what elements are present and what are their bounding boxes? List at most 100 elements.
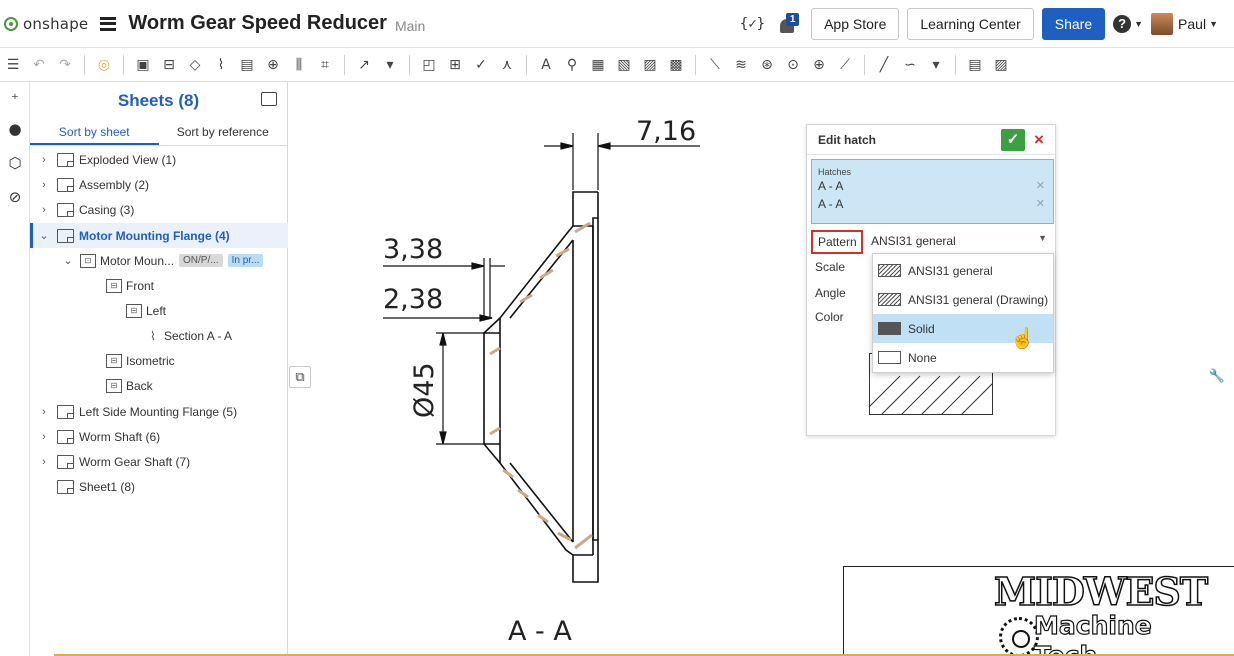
hatch-icon[interactable]: ≋ <box>733 57 749 73</box>
pattern-label: Pattern <box>811 230 863 254</box>
expand-panel-icon[interactable]: ⧉ <box>289 366 311 388</box>
view-back[interactable]: ⊟ Back <box>30 373 288 398</box>
collapse-chevron-icon[interactable]: ⌄ <box>62 254 74 267</box>
balloon-table-icon[interactable]: ▩ <box>668 57 684 73</box>
expand-chevron-icon[interactable]: › <box>38 204 50 216</box>
pattern-field[interactable]: Pattern ANSI31 general ▼ <box>811 230 1054 254</box>
view-section-a-a[interactable]: ⌇ Section A - A <box>30 323 288 348</box>
pattern-option-ansi31-drawing[interactable]: ANSI31 general (Drawing) <box>873 285 1053 314</box>
projected-view-icon[interactable]: ⊟ <box>161 57 177 73</box>
point-icon[interactable]: ⊕ <box>811 57 827 73</box>
expand-chevron-icon[interactable]: › <box>38 154 50 166</box>
sheet-motor-mounting-flange[interactable]: ⌄ Motor Mounting Flange (4) <box>30 223 288 248</box>
user-name[interactable]: Paul <box>1178 16 1206 32</box>
dxf-import-icon[interactable]: ▤ <box>967 57 983 73</box>
comment-icon[interactable]: ● <box>6 120 24 138</box>
empty-swatch-icon <box>878 351 901 364</box>
dimension-icon[interactable]: ↗ <box>356 57 372 73</box>
sketch-dropdown-icon[interactable]: ▾ <box>928 57 944 73</box>
hatch-selection-label: A - A <box>818 179 844 193</box>
expand-chevron-icon[interactable]: › <box>38 406 50 418</box>
timer-icon[interactable]: ⊘ <box>6 188 24 206</box>
datum-icon[interactable]: ⊞ <box>447 57 463 73</box>
undo-icon[interactable]: ↶ <box>31 57 47 73</box>
bisector-icon[interactable]: ⟋ <box>837 57 853 73</box>
surface-finish-icon[interactable]: ✓ <box>473 57 489 73</box>
auxiliary-view-icon[interactable]: ◇ <box>187 57 203 73</box>
add-icon[interactable]: ⁺ <box>6 90 24 108</box>
spline-icon[interactable]: ∽ <box>902 57 918 73</box>
hatch-selection-item[interactable]: A - A ✕ <box>818 177 1053 195</box>
callout-icon[interactable]: ⚲ <box>564 57 580 73</box>
pattern-option-ansi31-general[interactable]: ANSI31 general <box>873 256 1053 285</box>
sheet-worm-shaft[interactable]: › Worm Shaft (6) <box>30 424 288 449</box>
collapse-chevron-icon[interactable]: ⌄ <box>38 229 50 242</box>
sheet-left-side-mounting-flange[interactable]: › Left Side Mounting Flange (5) <box>30 399 288 424</box>
wrench-icon[interactable]: 🔧 <box>1206 366 1228 388</box>
remove-selection-icon[interactable]: ✕ <box>1036 177 1045 195</box>
section-view-icon[interactable]: ⌇ <box>213 57 229 73</box>
document-menu-icon[interactable]: ☰ <box>5 57 21 73</box>
redo-icon[interactable]: ↷ <box>57 57 73 73</box>
view-label: Back <box>126 378 153 393</box>
view-label: Motor Moun... <box>100 253 175 268</box>
detail-view-icon[interactable]: ▤ <box>239 57 255 73</box>
share-button[interactable]: Share <box>1041 8 1106 40</box>
option-label: Solid <box>908 321 935 336</box>
note-icon[interactable]: ◰ <box>421 57 437 73</box>
sheet-casing[interactable]: › Casing (3) <box>30 197 288 222</box>
tab-sort-by-reference[interactable]: Sort by reference <box>159 119 288 145</box>
dimension-dropdown-icon[interactable]: ▾ <box>382 57 398 73</box>
help-icon[interactable]: ? <box>1113 15 1132 33</box>
circle-center-icon[interactable]: ⊙ <box>785 57 801 73</box>
view-left[interactable]: ⊟ Left <box>30 298 288 323</box>
parts-icon[interactable]: ⬡ <box>6 154 24 172</box>
insert-view-icon[interactable]: ▣ <box>135 57 151 73</box>
help-dropdown-icon[interactable]: ▼ <box>1134 19 1143 29</box>
hamburger-menu-icon[interactable] <box>100 16 117 31</box>
learning-center-button[interactable]: Learning Center <box>907 8 1034 40</box>
expand-chevron-icon[interactable]: › <box>38 179 50 191</box>
onshape-logo[interactable]: onshape <box>4 15 88 33</box>
cancel-button[interactable]: × <box>1030 129 1048 151</box>
document-title[interactable]: Worm Gear Speed Reducer <box>128 12 387 35</box>
crop-view-icon[interactable]: ⊕ <box>265 57 281 73</box>
view-isometric[interactable]: ⊟ Isometric <box>30 348 288 373</box>
view-front[interactable]: ⊟ Front <box>30 273 288 298</box>
break-view-icon[interactable]: ⫼ <box>291 57 307 73</box>
crop-icon[interactable]: ⌗ <box>317 57 333 73</box>
weld-symbol-icon[interactable]: ⋏ <box>499 57 515 73</box>
center-mark-icon[interactable]: ⊛ <box>759 57 775 73</box>
chevron-down-icon[interactable]: ▼ <box>1038 233 1047 243</box>
sheet-exploded-view[interactable]: › Exploded View (1) <box>30 147 288 172</box>
expand-chevron-icon[interactable]: › <box>38 456 50 468</box>
tab-sort-by-sheet[interactable]: Sort by sheet <box>30 119 159 145</box>
user-menu-chevron-icon[interactable]: ▼ <box>1209 19 1218 29</box>
view-motor-mounting[interactable]: ⌄ ⊡ Motor Moun... ON/P/... In pr... <box>30 248 288 273</box>
sheet-icon <box>57 454 74 469</box>
image-insert-icon[interactable]: ▨ <box>993 57 1009 73</box>
accept-button[interactable]: ✓ <box>1001 129 1025 151</box>
sheet-worm-gear-shaft[interactable]: › Worm Gear Shaft (7) <box>30 449 288 474</box>
hole-table-icon[interactable]: ▨ <box>642 57 658 73</box>
feedback-icon[interactable]: ◎ <box>96 57 112 73</box>
sheet-sheet1[interactable]: Sheet1 (8) <box>30 474 288 499</box>
line-icon[interactable]: ╱ <box>876 57 892 73</box>
sheet-assembly[interactable]: › Assembly (2) <box>30 172 288 197</box>
notifications-icon[interactable]: 1 <box>779 13 800 35</box>
hatch-selection-item[interactable]: A - A ✕ <box>818 195 1053 213</box>
table-icon[interactable]: ▦ <box>590 57 606 73</box>
add-sheet-icon[interactable] <box>261 92 277 106</box>
branch-name[interactable]: Main <box>395 18 425 34</box>
text-icon[interactable]: A <box>538 57 554 73</box>
pattern-select-value[interactable]: ANSI31 general <box>871 234 956 248</box>
expand-chevron-icon[interactable]: › <box>38 431 50 443</box>
version-graph-icon[interactable]: {✓} <box>740 16 765 32</box>
app-store-button[interactable]: App Store <box>811 8 900 40</box>
hatches-selection-list[interactable]: Hatches A - A ✕ A - A ✕ <box>811 159 1054 224</box>
bom-table-icon[interactable]: ▧ <box>616 57 632 73</box>
avatar[interactable] <box>1151 13 1174 35</box>
onshape-logo-icon <box>4 16 18 31</box>
remove-selection-icon[interactable]: ✕ <box>1036 195 1045 213</box>
centerline-icon[interactable]: ⟍ <box>707 57 723 73</box>
